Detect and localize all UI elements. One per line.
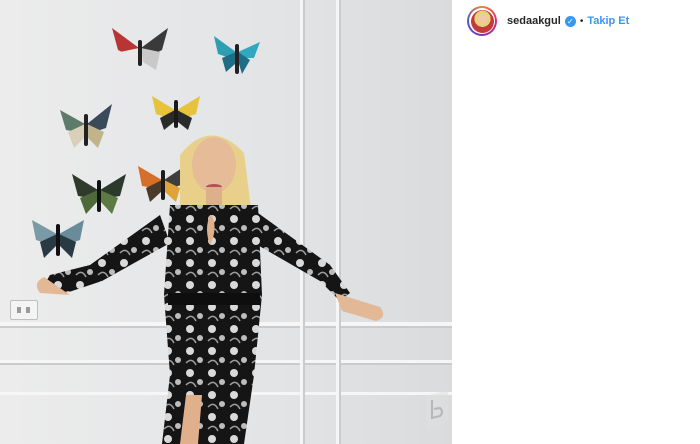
watermark-logo (426, 390, 448, 430)
avatar-image (470, 9, 494, 33)
woman-figure (36, 135, 384, 444)
username-link[interactable]: sedaakgul (507, 15, 561, 27)
butterfly (214, 36, 260, 74)
post-photo[interactable] (0, 0, 452, 444)
verified-badge-icon: ✓ (564, 15, 576, 27)
follow-button[interactable]: Takip Et (587, 15, 629, 27)
post-header: sedaakgul ✓ • Takip Et (467, 4, 629, 38)
avatar[interactable] (467, 6, 497, 36)
post-side-panel: sedaakgul ✓ • Takip Et (452, 0, 700, 444)
avatar-ring (469, 8, 495, 34)
separator-dot: • (579, 15, 584, 27)
butterfly (112, 28, 168, 70)
